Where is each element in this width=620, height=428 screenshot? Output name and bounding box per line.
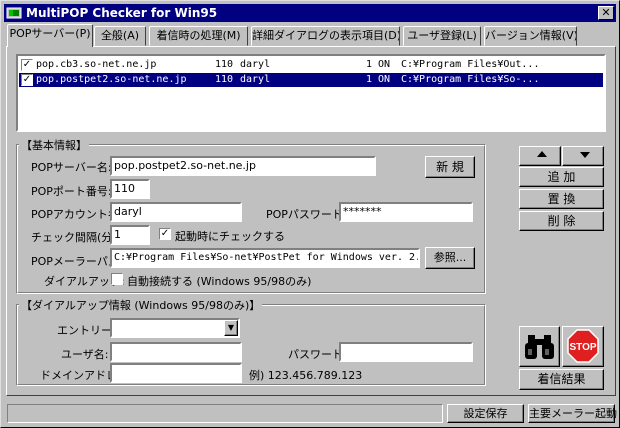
main-window: MultiPOP Checker for Win95 ✕ POPサーバー(P) … bbox=[0, 0, 620, 428]
dialup-password-label: パスワード: bbox=[288, 348, 347, 361]
server-enabled-checkbox[interactable]: ✓ bbox=[21, 74, 33, 86]
arrow-down-icon bbox=[580, 152, 590, 158]
server-user: daryl bbox=[240, 74, 271, 85]
pop-password-label: POPパスワード: bbox=[266, 208, 347, 221]
incoming-result-button[interactable]: 着信結果 bbox=[519, 369, 604, 390]
replace-button[interactable]: 置 換 bbox=[519, 189, 604, 209]
title-bar: MultiPOP Checker for Win95 ✕ bbox=[4, 4, 616, 22]
checkmark-icon: ✓ bbox=[22, 74, 32, 85]
server-count: 1 bbox=[366, 74, 373, 85]
move-up-button[interactable] bbox=[519, 146, 561, 166]
server-port: 110 bbox=[215, 59, 234, 70]
add-button[interactable]: 追 加 bbox=[519, 167, 604, 187]
tab-incoming-action[interactable]: 着信時の処理(M) bbox=[149, 26, 248, 46]
server-row[interactable]: ✓ pop.cb3.so-net.ne.jp 110 daryl 1 ON C:… bbox=[19, 58, 603, 72]
server-row-selected[interactable]: ✓ pop.postpet2.so-net.ne.jp 110 daryl 1 … bbox=[19, 73, 603, 87]
domain-address-input[interactable] bbox=[110, 363, 242, 383]
server-list[interactable]: ✓ pop.cb3.so-net.ne.jp 110 daryl 1 ON C:… bbox=[16, 54, 606, 132]
server-startup: ON bbox=[378, 59, 391, 70]
arrow-up-icon bbox=[537, 151, 547, 157]
browse-button[interactable]: 参照... bbox=[425, 247, 475, 269]
close-button[interactable]: ✕ bbox=[598, 6, 614, 20]
mailer-path-label: POPメーラーパス: bbox=[31, 255, 123, 268]
dialup-user-input[interactable] bbox=[110, 342, 242, 362]
domain-example-text: 例) 123.456.789.123 bbox=[249, 369, 363, 382]
tab-user-registration[interactable]: ユーザ登録(L) bbox=[403, 26, 481, 46]
svg-text:STOP: STOP bbox=[569, 342, 596, 353]
check-interval-input[interactable]: 1 bbox=[110, 225, 150, 245]
server-count: 1 bbox=[366, 59, 373, 70]
server-startup: ON bbox=[378, 74, 391, 85]
pop-server-label: POPサーバー名: bbox=[31, 161, 112, 174]
tab-pop-server[interactable]: POPサーバー(P) bbox=[7, 24, 93, 47]
stop-button[interactable]: STOP bbox=[562, 326, 604, 367]
entry-dropdown-button[interactable]: ▼ bbox=[224, 320, 238, 336]
auto-connect-checkbox[interactable] bbox=[111, 273, 123, 285]
binoculars-icon bbox=[525, 335, 554, 359]
server-path: C:¥Program Files¥So-... bbox=[401, 74, 540, 85]
pop-port-label: POPポート番号: bbox=[31, 185, 112, 198]
server-user: daryl bbox=[240, 59, 271, 70]
pop-password-input[interactable]: ******* bbox=[339, 202, 473, 222]
entry-name-select[interactable] bbox=[110, 318, 240, 338]
launch-mailer-button[interactable]: 主要メーラー起動 bbox=[528, 404, 617, 423]
tab-detail-dialog[interactable]: 詳細ダイアログの表示項目(D) bbox=[251, 26, 400, 46]
server-name: pop.postpet2.so-net.ne.jp bbox=[36, 74, 187, 85]
pop-server-input[interactable]: pop.postpet2.so-net.ne.jp bbox=[110, 156, 376, 176]
dialup-password-input[interactable] bbox=[339, 342, 473, 362]
chevron-down-icon: ▼ bbox=[227, 323, 235, 332]
dialup-user-label: ユーザ名: bbox=[61, 348, 109, 361]
close-icon: ✕ bbox=[601, 6, 611, 19]
dialup-info-legend: 【ダイアルアップ情報 (Windows 95/98のみ)】 bbox=[19, 297, 263, 313]
tab-general[interactable]: 全般(A) bbox=[94, 26, 146, 46]
startup-check-label: 起動時にチェックする bbox=[175, 230, 285, 243]
checkmark-icon: ✓ bbox=[22, 59, 32, 70]
app-icon bbox=[6, 7, 22, 19]
move-down-button[interactable] bbox=[562, 146, 604, 166]
pop-port-input[interactable]: 110 bbox=[110, 179, 150, 199]
server-path: C:¥Program Files¥Out... bbox=[401, 59, 540, 70]
status-message bbox=[7, 404, 443, 423]
pop-account-label: POPアカウント名: bbox=[31, 208, 123, 221]
server-enabled-checkbox[interactable]: ✓ bbox=[21, 59, 33, 71]
tab-version-info[interactable]: バージョン情報(V) bbox=[484, 26, 577, 46]
binoculars-button[interactable] bbox=[519, 326, 560, 367]
server-name: pop.cb3.so-net.ne.jp bbox=[36, 59, 157, 70]
stop-sign-icon: STOP bbox=[567, 329, 599, 363]
checkmark-icon: ✓ bbox=[160, 228, 170, 239]
server-port: 110 bbox=[215, 74, 234, 85]
check-interval-label: チェック間隔(分): bbox=[31, 231, 121, 244]
delete-button[interactable]: 削 除 bbox=[519, 211, 604, 231]
pop-account-input[interactable]: daryl bbox=[110, 202, 242, 222]
new-button[interactable]: 新 規 bbox=[425, 156, 475, 178]
basic-info-legend: 【基本情報】 bbox=[19, 137, 89, 153]
mailer-path-input[interactable]: C:¥Program Files¥So-net¥PostPet for Wind… bbox=[110, 248, 420, 268]
window-title: MultiPOP Checker for Win95 bbox=[26, 6, 218, 20]
auto-connect-label: 自動接続する (Windows 95/98のみ) bbox=[127, 275, 312, 288]
startup-check-checkbox[interactable]: ✓ bbox=[159, 228, 171, 240]
save-settings-button[interactable]: 設定保存 bbox=[447, 404, 524, 423]
